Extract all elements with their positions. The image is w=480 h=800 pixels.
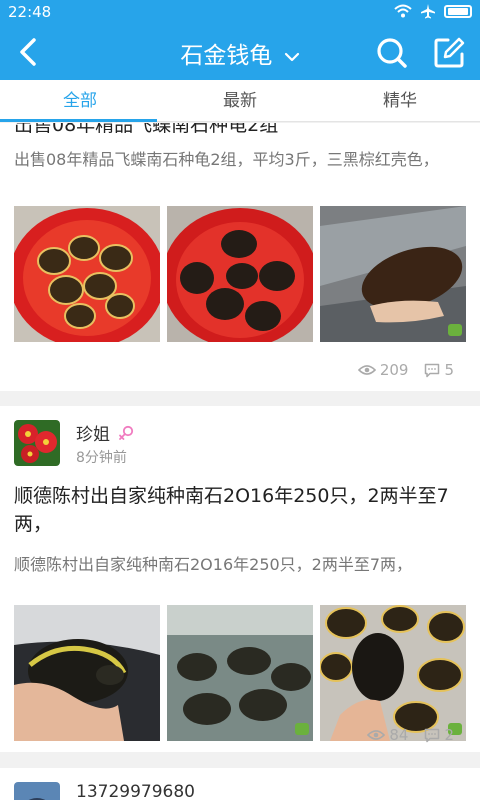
author-name[interactable]: 珍姐: [76, 420, 110, 445]
post-card[interactable]: 13729979680: [0, 768, 480, 800]
post-image[interactable]: [320, 605, 466, 741]
post-excerpt: 出售08年精品飞蝶南石种龟2组，平均3斤，三黑棕红壳色，: [14, 150, 439, 169]
battery-icon: [444, 4, 472, 18]
eye-icon: [357, 365, 376, 375]
avatar[interactable]: [14, 782, 60, 800]
views-count: 209: [379, 361, 409, 379]
post-author: 13729979680: [14, 782, 195, 800]
post-title: 顺德陈村出自家纯种南石2O16年250只，2两半至7两，: [14, 485, 449, 535]
views-stat: 84: [367, 726, 408, 744]
tab-bar: 全部 最新 精华: [0, 80, 480, 122]
status-time: 22:48: [8, 3, 52, 21]
status-bar: 22:48: [0, 0, 480, 24]
comments-count: 2: [444, 726, 454, 744]
author-name[interactable]: 13729979680: [76, 782, 195, 800]
post-excerpt: 顺德陈村出自家纯种南石2O16年250只，2两半至7两，: [14, 555, 413, 574]
avatar[interactable]: [14, 420, 60, 466]
post-images: [14, 206, 466, 342]
author-meta: 珍姐 8分钟前: [76, 420, 134, 467]
search-icon[interactable]: [375, 36, 409, 70]
tab-featured[interactable]: 精华: [320, 80, 480, 121]
comments-count: 5: [444, 361, 454, 379]
status-icons: [394, 3, 472, 19]
top-bar: 22:48 石金钱龟: [0, 0, 480, 80]
page-title: 石金钱龟: [180, 43, 273, 69]
author-name-row: 13729979680: [76, 782, 195, 800]
post-images: [14, 605, 466, 741]
post-image[interactable]: [14, 206, 160, 342]
header: 石金钱龟: [0, 24, 480, 80]
post-stats: 209 5: [357, 361, 454, 379]
post-image[interactable]: [14, 605, 160, 741]
views-stat: 209: [357, 361, 409, 379]
post-stats: 84 2: [367, 726, 454, 744]
post-title: 出售08年精品飞蝶南石种龟2组: [14, 123, 279, 136]
eye-icon: [367, 730, 386, 740]
views-count: 84: [389, 726, 409, 744]
comment-icon: [425, 728, 440, 742]
author-name-row: 珍姐: [76, 420, 134, 445]
wifi-icon: [394, 4, 412, 18]
comment-icon: [425, 363, 440, 377]
post-card[interactable]: 出售08年精品飞蝶南石种龟2组 出售08年精品飞蝶南石种龟2组，平均3斤，三黑棕…: [0, 123, 480, 391]
post-image[interactable]: [320, 206, 466, 342]
app-screen: 22:48 石金钱龟 全部 最新 精华 出售08年精品飞蝶南石种龟2组 出售08…: [0, 0, 480, 800]
post-feed: 出售08年精品飞蝶南石种龟2组 出售08年精品飞蝶南石种龟2组，平均3斤，三黑棕…: [0, 123, 480, 800]
female-icon: [119, 425, 134, 440]
comments-stat: 5: [424, 361, 454, 379]
chevron-down-icon: [284, 52, 299, 61]
post-card[interactable]: 珍姐 8分钟前 顺德陈村出自家纯种南石2O16年250只，2两半至7两， 顺德陈…: [0, 406, 480, 752]
author-meta: 13729979680: [76, 782, 195, 800]
tab-latest[interactable]: 最新: [160, 80, 320, 121]
airplane-icon: [421, 4, 435, 19]
tab-all[interactable]: 全部: [0, 80, 160, 122]
post-image[interactable]: [167, 605, 313, 741]
post-author: 珍姐 8分钟前: [14, 420, 134, 467]
post-image[interactable]: [167, 206, 313, 342]
compose-icon[interactable]: [432, 36, 466, 70]
post-time: 8分钟前: [76, 450, 127, 466]
comments-stat: 2: [424, 726, 454, 744]
